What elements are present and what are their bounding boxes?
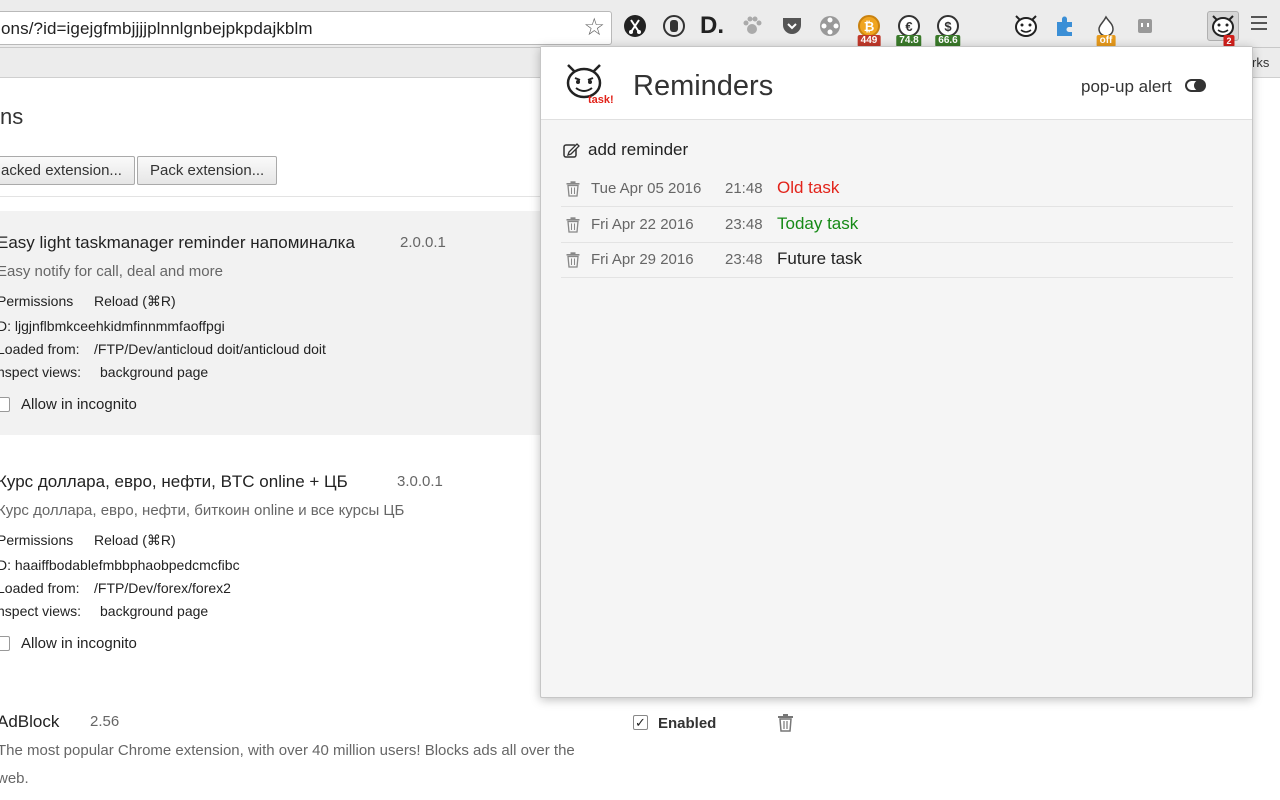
euro-rate-extension-icon[interactable]: € 74.8 (895, 12, 923, 47)
extension-description: The most popular Chrome extension, with … (0, 742, 575, 759)
delete-reminder-trash-icon[interactable] (566, 252, 580, 273)
reminder-row[interactable]: Tue Apr 05 2016 21:48 Old task (561, 171, 1233, 207)
bitcoin-icon: ₿ (858, 15, 880, 37)
bookmarks-label[interactable]: rks (1252, 55, 1269, 70)
popup-alert-toggle[interactable] (1185, 79, 1206, 92)
permissions-link[interactable]: Permissions (0, 293, 73, 309)
reload-link[interactable]: Reload (⌘R) (94, 532, 176, 549)
film-reel-extension-icon[interactable] (816, 12, 844, 40)
dollar-icon: $ (937, 15, 959, 37)
popup-alert-label: pop-up alert (1081, 77, 1172, 96)
add-reminder-label: add reminder (588, 140, 689, 159)
logo-text: task! (588, 94, 613, 106)
reminder-time: 23:48 (725, 215, 763, 233)
bitcoin-rate-extension-icon[interactable]: ₿ 449 (855, 12, 883, 47)
reminder-date: Fri Apr 22 2016 (591, 215, 694, 233)
delete-reminder-trash-icon[interactable] (566, 181, 580, 202)
browser-toolbar: ons/?id=igejgfmbjjjjplnnlgnbejpkpdajkblm… (0, 0, 1280, 48)
reminder-date: Fri Apr 29 2016 (591, 251, 694, 268)
enabled-checkbox[interactable]: ✓ (633, 715, 648, 730)
reminder-text[interactable]: Future task (777, 249, 862, 269)
reminder-row[interactable]: Fri Apr 29 2016 23:48 Future task (561, 242, 1233, 278)
loaded-from-path-link[interactable]: /FTP/Dev/forex/forex2 (94, 580, 231, 596)
loaded-from-path-link[interactable]: /FTP/Dev/anticloud doit/anticloud doit (94, 341, 326, 357)
extension-card-adblock: AdBlock 2.56 The most popular Chrome ext… (0, 690, 640, 800)
popup-title: Reminders (633, 70, 774, 102)
extension-version: 3.0.0.1 (397, 473, 443, 490)
fire-off-extension-icon[interactable]: off (1092, 12, 1120, 47)
paw-extension-icon[interactable] (738, 12, 766, 40)
reminder-row[interactable]: Fri Apr 22 2016 23:48 Today task (561, 207, 1233, 243)
loaded-from-label: Loaded from: (0, 341, 80, 357)
extension-card-task-reminder: Easy light taskmanager reminder напомина… (0, 211, 540, 435)
browser-menu-icon[interactable] (1251, 16, 1267, 32)
reload-link[interactable]: Reload (⌘R) (94, 293, 176, 310)
extension-version: 2.56 (90, 713, 120, 730)
allow-incognito-label[interactable]: Allow in incognito (21, 396, 137, 413)
task-reminder-extension-icon[interactable]: 2 (1207, 11, 1239, 47)
extension-name: Курс доллара, евро, нефти, BTC online + … (0, 472, 348, 491)
plug-extension-icon[interactable] (1131, 12, 1159, 40)
allow-incognito-checkbox[interactable] (0, 397, 10, 412)
extension-name: AdBlock (0, 712, 60, 731)
background-page-link[interactable]: background page (100, 603, 208, 619)
background-page-link[interactable]: background page (100, 364, 208, 380)
devil-face-extension-icon[interactable] (1012, 12, 1040, 40)
popup-header: task! Reminders pop-up alert (541, 47, 1252, 120)
inspect-views-label: nspect views: (0, 364, 82, 380)
allow-incognito-label[interactable]: Allow in incognito (21, 635, 137, 652)
extension-name: Easy light taskmanager reminder напомина… (0, 233, 355, 252)
bookmark-star-icon[interactable]: ☆ (583, 14, 605, 42)
extension-card-currency: Курс доллара, евро, нефти, BTC online + … (0, 450, 540, 674)
reminder-time: 23:48 (725, 251, 763, 268)
reminder-text[interactable]: Old task (777, 178, 839, 198)
euro-icon: € (898, 15, 920, 37)
delete-reminder-trash-icon[interactable] (566, 216, 580, 238)
pocket-extension-icon[interactable] (778, 12, 806, 40)
puzzle-extension-icon[interactable] (1051, 12, 1079, 40)
address-bar[interactable]: ons/?id=igejgfmbjjjjplnnlgnbejpkpdajkblm… (0, 11, 612, 45)
remove-extension-trash-icon[interactable] (777, 713, 794, 737)
extension-description: Easy notify for call, deal and more (0, 263, 223, 280)
loaded-from-label: Loaded from: (0, 580, 80, 596)
d-logo-extension-icon[interactable]: D. (698, 12, 726, 40)
extension-id: D: ljgjnflbmkceehkidmfinnmmfaoffpgi (0, 318, 225, 334)
allow-incognito-checkbox[interactable] (0, 636, 10, 651)
inspect-views-label: nspect views: (0, 603, 82, 619)
dollar-rate-extension-icon[interactable]: $ 66.6 (934, 12, 962, 47)
load-unpacked-button[interactable]: acked extension... (0, 156, 135, 185)
extension-version: 2.0.0.1 (400, 234, 446, 251)
permissions-link[interactable]: Permissions (0, 532, 73, 548)
task-devil-logo-icon: task! (563, 61, 614, 112)
reminder-text[interactable]: Today task (777, 214, 858, 234)
extension-description: Курс доллара, евро, нефти, биткоин onlin… (0, 502, 405, 519)
pack-extension-button[interactable]: Pack extension... (137, 156, 278, 185)
reminder-time: 21:48 (725, 180, 763, 197)
reminder-date: Tue Apr 05 2016 (591, 180, 702, 197)
extension-description-continued: web. (0, 770, 29, 787)
extension-id: D: haaiffbodablefmbbphaobpedcmcfibc (0, 557, 240, 573)
add-reminder-button[interactable]: add reminder (563, 140, 688, 160)
url-text[interactable]: ons/?id=igejgfmbjjjjplnnlgnbejpkpdajkblm (1, 19, 313, 39)
divider (0, 196, 620, 197)
hand-stop-extension-icon[interactable] (660, 12, 688, 40)
scissors-extension-icon[interactable] (621, 12, 649, 40)
reminders-popup: task! Reminders pop-up alert add reminde… (540, 46, 1253, 698)
page-title: ns (0, 104, 24, 129)
enabled-label[interactable]: Enabled (658, 715, 716, 732)
edit-icon (563, 143, 580, 158)
